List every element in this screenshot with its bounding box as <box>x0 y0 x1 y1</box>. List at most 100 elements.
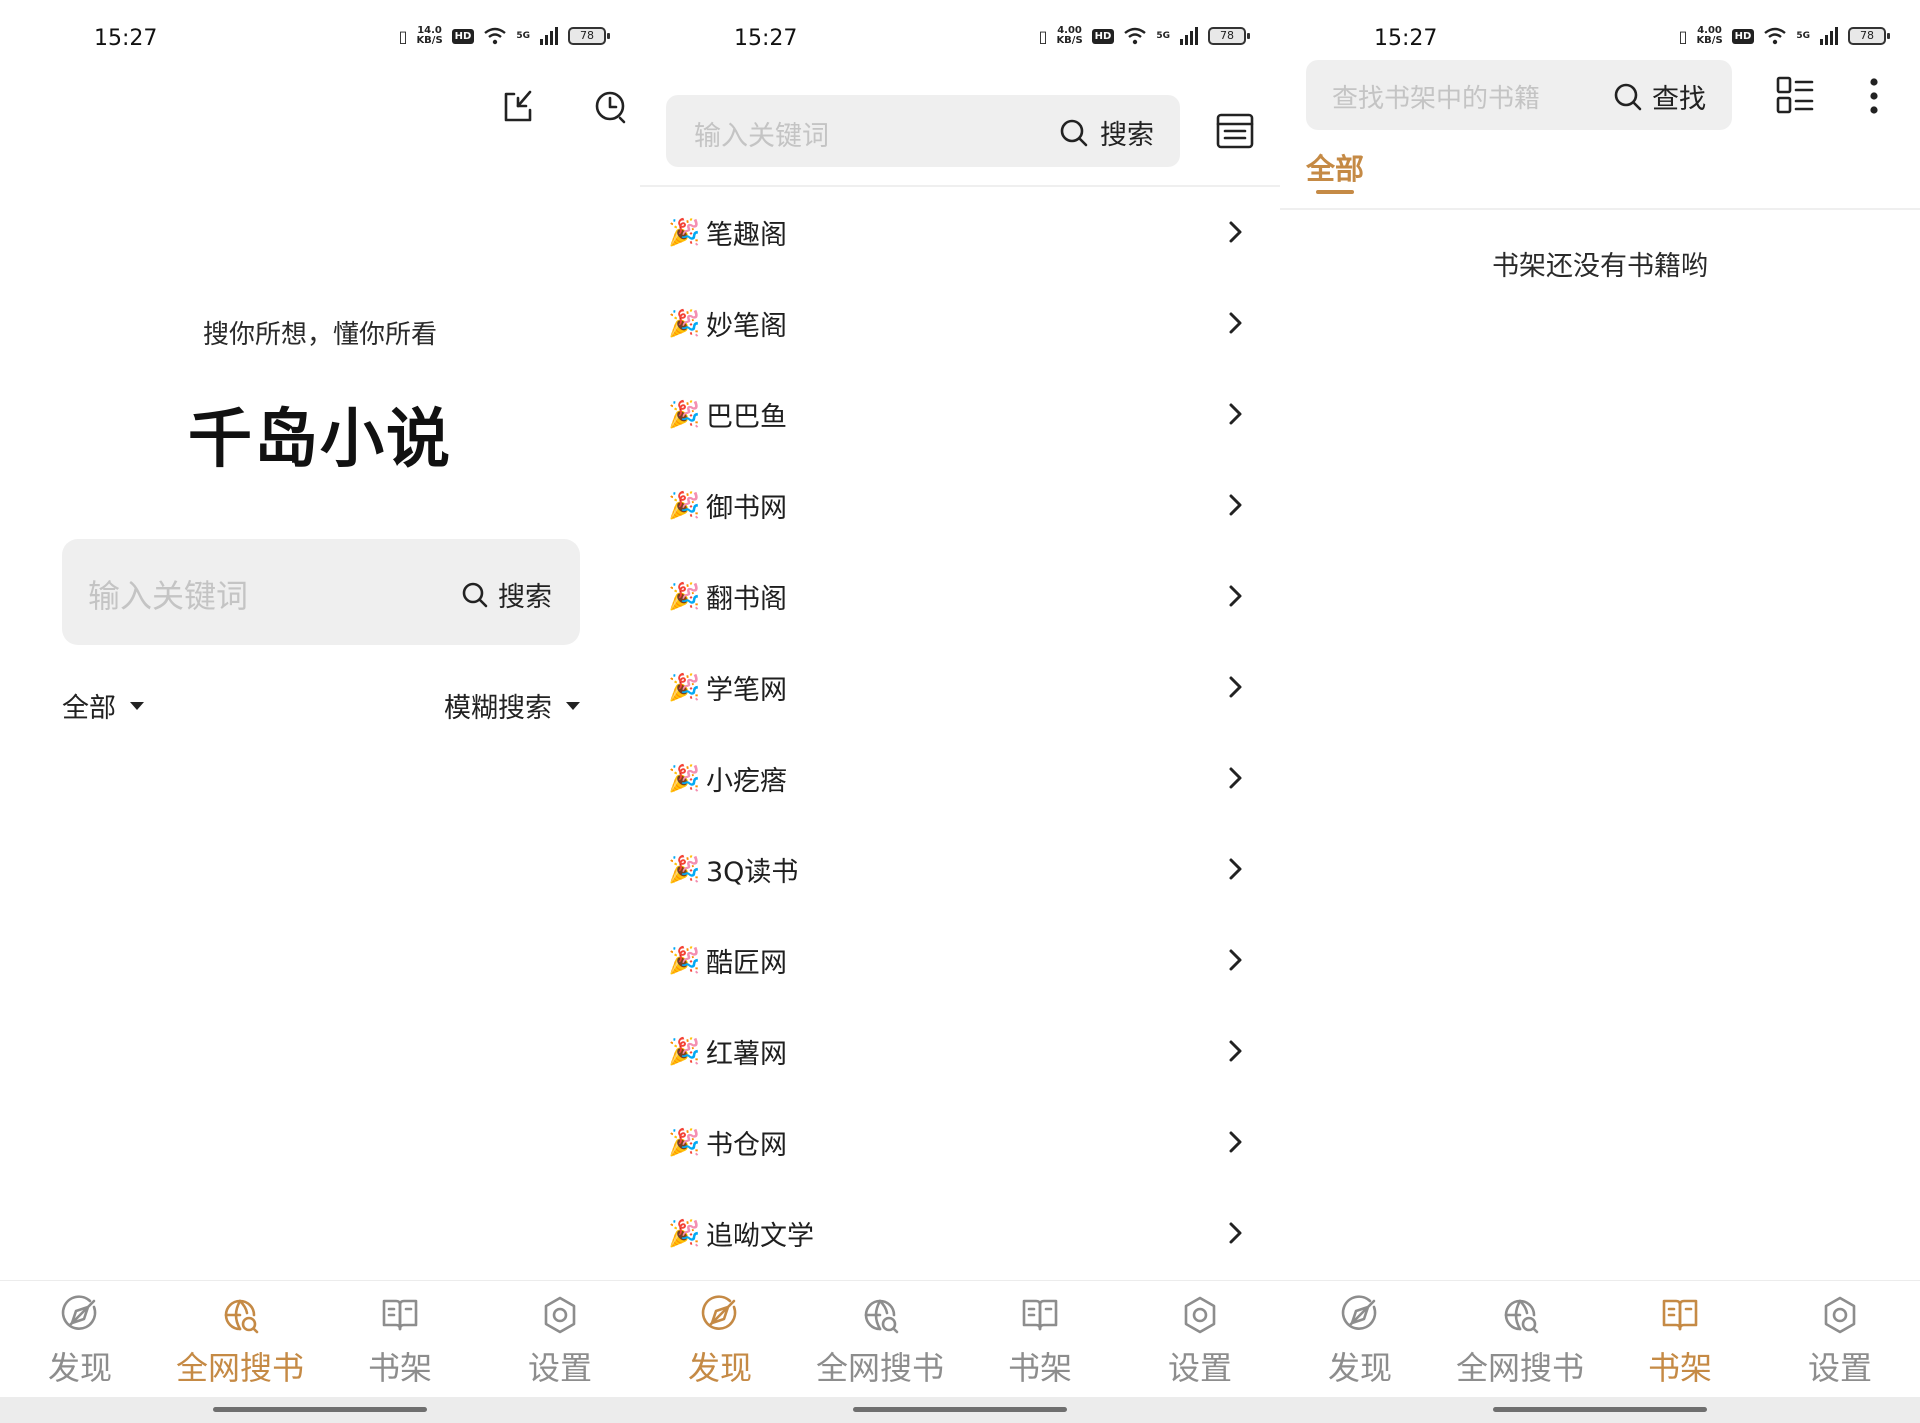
tab-indicator <box>1316 190 1354 194</box>
wifi-icon <box>1764 27 1787 45</box>
nav-item-label: 书架 <box>367 1349 432 1387</box>
network-type: 5G <box>516 31 530 41</box>
search-button[interactable]: 搜索 <box>1058 113 1154 152</box>
source-list-item[interactable]: 🎉 巴巴鱼 <box>640 369 1280 460</box>
grid-list-toggle-icon[interactable] <box>1774 74 1818 118</box>
source-name: 3Q读书 <box>706 857 799 888</box>
web-search-icon <box>218 1293 262 1341</box>
source-name: 红薯网 <box>706 1039 787 1070</box>
hd-badge: HD <box>1091 28 1115 44</box>
tagline: 搜你所想，懂你所看 <box>202 320 437 350</box>
source-list-item[interactable]: 🎉 3Q读书 <box>640 824 1280 915</box>
wifi-icon <box>484 27 507 45</box>
gesture-handle[interactable] <box>853 1407 1067 1412</box>
tab-all[interactable]: 全部 <box>1306 146 1364 188</box>
search-icon <box>462 582 488 607</box>
chevron-right-icon <box>1229 858 1242 880</box>
chevron-right-icon <box>1229 312 1242 334</box>
nav-item-discover[interactable]: 发现 <box>1280 1281 1440 1397</box>
source-list-item[interactable]: 🎉 妙笔阁 <box>640 278 1280 369</box>
bookshelf-search-input[interactable]: 查找书架中的书籍 <box>1332 78 1540 115</box>
gesture-handle[interactable] <box>1493 1407 1707 1412</box>
source-list-item[interactable]: 🎉 红薯网 <box>640 1006 1280 1097</box>
vibrate-icon: ▯ <box>1678 26 1688 46</box>
search-mode-dropdown[interactable]: 模糊搜索 <box>444 686 580 725</box>
nav-item-bookshelf[interactable]: 书架 <box>960 1281 1120 1397</box>
status-time: 15:27 <box>94 26 158 51</box>
nav-item-settings[interactable]: 设置 <box>1760 1281 1920 1397</box>
history-icon[interactable] <box>590 86 630 126</box>
bookshelf-icon <box>1018 1293 1062 1341</box>
nav-item-web-search[interactable]: 全网搜书 <box>800 1281 960 1397</box>
nav-item-settings[interactable]: 设置 <box>1120 1281 1280 1397</box>
source-name: 翻书阁 <box>706 584 787 615</box>
discover-icon <box>698 1293 742 1341</box>
source-name: 追呦文学 <box>706 1221 814 1252</box>
signal-icon <box>540 27 558 45</box>
nav-item-label: 发现 <box>687 1349 752 1387</box>
settings-icon <box>538 1293 582 1341</box>
chevron-right-icon <box>1229 767 1242 789</box>
discover-icon <box>1338 1293 1382 1341</box>
list-view-icon[interactable] <box>1214 110 1256 152</box>
gesture-bar <box>640 1397 1280 1423</box>
nav-item-label: 全网搜书 <box>1455 1349 1584 1387</box>
nav-item-label: 发现 <box>47 1349 112 1387</box>
source-list-item[interactable]: 🎉 酷匠网 <box>640 915 1280 1006</box>
battery-icon: 78 <box>1208 27 1250 45</box>
net-speed: 4.00 KB/S <box>1696 25 1723 46</box>
search-button[interactable]: 搜索 <box>460 575 552 614</box>
nav-item-label: 设置 <box>1167 1349 1232 1387</box>
gesture-handle[interactable] <box>213 1407 427 1412</box>
nav-item-bookshelf[interactable]: 书架 <box>320 1281 480 1397</box>
search-input[interactable]: 输入关键词 <box>694 114 829 153</box>
nav-item-label: 书架 <box>1647 1349 1712 1387</box>
nav-item-discover[interactable]: 发现 <box>640 1281 800 1397</box>
gesture-bar <box>0 1397 640 1423</box>
chevron-right-icon <box>1229 949 1242 971</box>
status-bar: 15:27 ▯ 4.00 KB/S HD 5G 78 <box>640 0 1280 80</box>
chevron-right-icon <box>1229 403 1242 425</box>
scope-dropdown[interactable]: 全部 <box>62 686 144 725</box>
source-list-item[interactable]: 🎉 书仓网 <box>640 1097 1280 1188</box>
status-bar: 15:27 ▯ 14.0 KB/S HD 5G 78 <box>0 0 640 80</box>
import-icon[interactable] <box>498 86 538 126</box>
nav-item-discover[interactable]: 发现 <box>0 1281 160 1397</box>
source-list-item[interactable]: 🎉 御书网 <box>640 460 1280 551</box>
party-popper-icon: 🎉 <box>668 1218 701 1249</box>
source-list-item[interactable]: 🎉 学笔网 <box>640 642 1280 733</box>
chevron-right-icon <box>1229 676 1242 698</box>
more-vert-icon[interactable] <box>1866 74 1882 118</box>
source-list-item[interactable]: 🎉 笔趣阁 <box>640 187 1280 278</box>
party-popper-icon: 🎉 <box>668 308 701 339</box>
vibrate-icon: ▯ <box>1038 26 1048 46</box>
nav-item-label: 发现 <box>1327 1349 1392 1387</box>
search-icon <box>1614 83 1642 110</box>
nav-item-web-search[interactable]: 全网搜书 <box>160 1281 320 1397</box>
app-title: 千岛小说 <box>188 403 452 477</box>
caret-down-icon <box>566 701 580 710</box>
gesture-bar <box>1280 1397 1920 1423</box>
settings-icon <box>1818 1293 1862 1341</box>
source-name: 御书网 <box>706 493 787 524</box>
bottom-nav: 发现 全网搜书 书架 设置 <box>640 1280 1280 1397</box>
source-list-item[interactable]: 🎉 翻书阁 <box>640 551 1280 642</box>
nav-item-bookshelf[interactable]: 书架 <box>1600 1281 1760 1397</box>
search-bar: 输入关键词 搜索 <box>62 539 580 645</box>
settings-icon <box>1178 1293 1222 1341</box>
source-list-item[interactable]: 🎉 小疙瘩 <box>640 733 1280 824</box>
chevron-right-icon <box>1229 494 1242 516</box>
party-popper-icon: 🎉 <box>668 217 701 248</box>
search-input[interactable]: 输入关键词 <box>88 571 248 617</box>
nav-item-label: 书架 <box>1007 1349 1072 1387</box>
source-name: 酷匠网 <box>706 948 787 979</box>
nav-item-settings[interactable]: 设置 <box>480 1281 640 1397</box>
party-popper-icon: 🎉 <box>668 490 701 521</box>
vibrate-icon: ▯ <box>398 26 408 46</box>
nav-item-web-search[interactable]: 全网搜书 <box>1440 1281 1600 1397</box>
find-button-label: 查找 <box>1652 84 1706 115</box>
source-list-item[interactable]: 🎉 追呦文学 <box>640 1188 1280 1279</box>
party-popper-icon: 🎉 <box>668 672 701 703</box>
status-time: 15:27 <box>734 26 798 51</box>
find-button[interactable]: 查找 <box>1612 77 1706 116</box>
